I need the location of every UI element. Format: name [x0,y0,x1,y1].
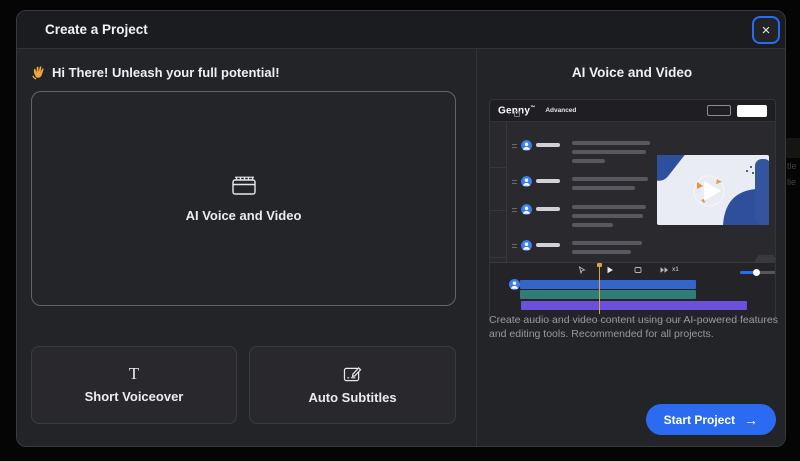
card-ai-voice-and-video[interactable]: AI Voice and Video [31,91,456,306]
video-thumbnail [657,155,769,225]
card-label: Auto Subtitles [308,389,397,405]
project-detail-panel: AI Voice and Video Genny™ Advanced x1 Cr… [477,49,785,446]
greeting-label: Hi There! Unleash your full potential! [52,65,280,80]
play-button-icon[interactable] [606,266,614,274]
speaker-name-pill [536,207,560,211]
background-text-fragment: lie [787,177,797,187]
clapperboard-icon [231,176,256,195]
text-placeholder-bar [572,241,642,245]
text-T-icon: T [128,364,140,383]
card-label: Short Voiceover [84,389,184,404]
timeline-track[interactable] [520,280,696,289]
project-description: Create audio and video content using our… [489,314,778,340]
create-project-modal: Create a Project × Hi There! Unleash you… [16,10,786,447]
text-placeholder-bar [572,250,631,254]
text-placeholder-bar [572,150,646,154]
speaker-avatar-icon [521,176,532,187]
detail-title: AI Voice and Video [571,65,693,80]
speed-label: x1 [672,267,679,273]
close-button[interactable]: × [752,16,780,44]
modal-title: Create a Project [45,22,148,37]
add-block-icon [514,111,520,117]
timeline-track[interactable] [520,290,696,299]
wave-emoji-icon [32,66,44,80]
text-placeholder-bar [572,223,613,227]
trademark-mark: ™ [530,104,536,111]
timeline-track[interactable] [521,301,747,310]
speaker-avatar-icon [521,140,532,151]
speaker-avatar-icon [521,204,532,215]
modal-header: Create a Project × [17,11,785,49]
speaker-name-pill [536,243,560,247]
track-speaker-avatar [509,279,520,290]
card-label: AI Voice and Video [185,207,302,223]
preview-topbar: Genny™ Advanced [490,100,775,122]
text-placeholder-bar [572,214,643,218]
speed-icon[interactable] [660,266,669,274]
preview-left-rail [490,122,507,262]
text-placeholder-bar [572,205,646,209]
text-placeholder-bar [572,159,605,163]
project-options-panel: Hi There! Unleash your full potential! A… [17,49,476,446]
playhead-handle[interactable] [597,263,602,267]
rail-separator [490,210,507,211]
speaker-name-pill [536,179,560,183]
text-placeholder-bar [572,186,635,190]
preview-white-button [737,104,767,117]
background-text-fragment: tle [787,161,797,171]
drag-handle-icon [512,144,517,148]
card-short-voiceover[interactable]: T Short Voiceover [31,346,237,424]
speaker-avatar-icon [521,240,532,251]
select-tool-icon[interactable] [578,266,586,274]
preview-outline-button [707,105,731,116]
close-icon: × [761,22,771,39]
text-placeholder-bar [572,177,648,181]
speaker-name-pill [536,143,560,147]
text-placeholder-bar [572,141,650,145]
script-row[interactable] [512,140,650,170]
drag-handle-icon [512,244,517,248]
playhead[interactable] [599,264,600,314]
greeting-text: Hi There! Unleash your full potential! [31,65,280,80]
screen: tle lie Create a Project × Hi There! Unl… [0,0,800,461]
drag-handle-icon [512,180,517,184]
start-project-label: Start Project [663,412,735,427]
timeline-zoom-slider[interactable] [740,269,775,276]
rail-separator [490,167,507,168]
genny-app-preview: Genny™ Advanced x1 [489,99,776,321]
arrow-right-icon: → [744,411,758,428]
script-row[interactable] [512,176,648,206]
subtitles-icon [343,366,362,381]
loop-icon[interactable] [634,266,642,274]
drag-handle-icon [512,208,517,212]
plan-label: Advanced [545,107,577,114]
rail-separator [490,257,507,258]
slider-knob[interactable] [753,269,760,276]
start-project-button[interactable]: Start Project → [645,404,776,435]
script-row[interactable] [512,204,646,234]
card-auto-subtitles[interactable]: Auto Subtitles [249,346,456,424]
